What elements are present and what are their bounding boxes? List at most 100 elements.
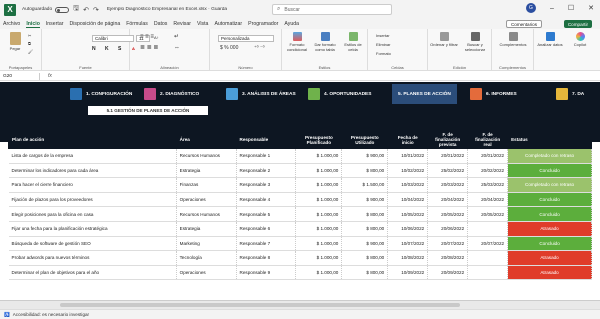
- cell-fecha-inicio[interactable]: 10/01/2022: [387, 148, 429, 164]
- sort-filter-button[interactable]: Ordenar y filtrar: [430, 32, 458, 47]
- nav-configuracion[interactable]: 1. CONFIGURACIÓN: [70, 84, 132, 104]
- cell-fecha-inicio[interactable]: 10/07/2022: [387, 236, 429, 252]
- tab-formulas[interactable]: Fórmulas: [126, 21, 148, 27]
- share-button[interactable]: Compartir: [563, 20, 592, 28]
- accessibility-status[interactable]: Accesibilidad: es necesario investigar: [13, 312, 89, 317]
- decimals-icon[interactable]: ⁺⁰ ⁻⁰: [254, 46, 265, 51]
- status-badge[interactable]: Atrasado: [507, 250, 592, 266]
- nav-planes-accion[interactable]: 5. PLANES DE ACCIÓN: [392, 84, 457, 104]
- cell-fecha-prevista[interactable]: 20/08/2022: [427, 250, 469, 266]
- tab-datos[interactable]: Datos: [154, 21, 168, 27]
- cell-area[interactable]: Operaciones: [176, 192, 237, 208]
- cell-plan[interactable]: Lista de cargos de la empresa: [8, 148, 177, 164]
- accessibility-icon[interactable]: ♿: [4, 312, 10, 318]
- cell-area[interactable]: Marketing: [176, 236, 237, 252]
- cell-presupuesto-utilizado[interactable]: $ 1.500,00: [341, 177, 389, 193]
- nav-informes[interactable]: 6. INFORMES: [470, 84, 517, 104]
- cell-fecha-prevista[interactable]: 20/07/2022: [427, 236, 469, 252]
- font-name-select[interactable]: Calibri: [92, 35, 134, 42]
- cell-presupuesto-planificado[interactable]: $ 1.000,00: [295, 192, 343, 208]
- cell-fecha-prevista[interactable]: 20/09/2022: [427, 265, 469, 281]
- status-badge[interactable]: Atrasado: [507, 265, 592, 281]
- tab-archivo[interactable]: Archivo: [3, 21, 20, 27]
- cell-responsable[interactable]: Responsable 9: [236, 265, 297, 281]
- copy-icon[interactable]: ⧉: [28, 41, 31, 46]
- cell-fecha-real[interactable]: [467, 250, 509, 266]
- fx-icon[interactable]: fx: [48, 73, 52, 79]
- cell-fecha-prevista[interactable]: 20/03/2022: [427, 177, 469, 193]
- tab-disposicion[interactable]: Disposición de página: [69, 21, 120, 27]
- cell-responsable[interactable]: Responsable 2: [236, 163, 297, 179]
- cell-presupuesto-utilizado[interactable]: $ 800,00: [341, 206, 389, 222]
- col-estatus[interactable]: Estatus: [507, 130, 592, 149]
- delete-cells-button[interactable]: Eliminar: [376, 42, 390, 47]
- cell-fecha-real[interactable]: 20/07/2022: [467, 236, 509, 252]
- cell-fecha-inicio[interactable]: 10/02/2022: [387, 163, 429, 179]
- number-format-select[interactable]: Personalizada: [218, 35, 274, 42]
- status-badge[interactable]: Concluido: [507, 236, 592, 252]
- cell-plan[interactable]: Probar adwords para nuevos términos: [8, 250, 177, 266]
- paste-button[interactable]: Pegar: [6, 32, 24, 51]
- cell-fecha-inicio[interactable]: 10/04/2022: [387, 192, 429, 208]
- cell-presupuesto-planificado[interactable]: $ 1.000,00: [295, 265, 343, 281]
- cell-fecha-prevista[interactable]: 20/04/2022: [427, 192, 469, 208]
- cell-responsable[interactable]: Responsable 7: [236, 236, 297, 252]
- cell-presupuesto-planificado[interactable]: $ 1.000,00: [295, 236, 343, 252]
- cell-fecha-inicio[interactable]: 10/03/2022: [387, 177, 429, 193]
- cell-fecha-real[interactable]: 20/04/2022: [467, 192, 509, 208]
- cell-responsable[interactable]: Responsable 5: [236, 206, 297, 222]
- nav-analisis[interactable]: 3. ANÁLISIS DE ÁREAS: [226, 84, 296, 104]
- format-cells-button[interactable]: Formato: [376, 51, 391, 56]
- analyze-data-button[interactable]: Analizar datos: [536, 32, 564, 47]
- cell-fecha-real[interactable]: [467, 221, 509, 237]
- cell-fecha-real[interactable]: 20/01/2022: [467, 148, 509, 164]
- bold-italic-underline[interactable]: N K S: [92, 46, 125, 52]
- cell-fecha-prevista[interactable]: 20/06/2022: [427, 221, 469, 237]
- format-as-table-button[interactable]: Dar formato como tabla: [312, 32, 338, 52]
- cut-icon[interactable]: ✂: [28, 33, 31, 38]
- cell-presupuesto-planificado[interactable]: $ 1.000,00: [295, 163, 343, 179]
- cell-presupuesto-planificado[interactable]: $ 1.000,00: [295, 177, 343, 193]
- name-box[interactable]: G20: [0, 72, 40, 80]
- align-left-icon[interactable]: ≣ ≣ ≣: [140, 45, 158, 51]
- col-area[interactable]: Área: [175, 130, 237, 149]
- redo-icon[interactable]: ↷: [93, 6, 99, 14]
- addins-button[interactable]: Complementos: [494, 32, 532, 47]
- cell-plan[interactable]: Elegir posiciones para la oficina en cas…: [8, 206, 177, 222]
- cell-responsable[interactable]: Responsable 3: [236, 177, 297, 193]
- autosave-toggle[interactable]: [55, 6, 70, 13]
- cell-plan[interactable]: Búsqueda de software de gestión SEO: [8, 236, 177, 252]
- col-fecha-real[interactable]: F. de finalización real: [467, 130, 509, 149]
- cell-fecha-inicio[interactable]: 10/08/2022: [387, 250, 429, 266]
- cell-plan[interactable]: Determinar los indicadores para cada áre…: [8, 163, 177, 179]
- insert-cells-button[interactable]: Insertar: [376, 33, 390, 38]
- col-plan[interactable]: Plan de acción: [8, 130, 177, 149]
- col-fecha-inicio[interactable]: Fecha de inicio: [387, 130, 429, 149]
- cell-fecha-prevista[interactable]: 20/05/2022: [427, 206, 469, 222]
- cell-fecha-inicio[interactable]: 10/05/2022: [387, 206, 429, 222]
- align-top-icon[interactable]: ≡ ≡ ≡: [140, 34, 154, 40]
- cell-fecha-inicio[interactable]: 10/06/2022: [387, 221, 429, 237]
- save-icon[interactable]: 🖫: [73, 4, 79, 15]
- find-select-button[interactable]: Buscar y seleccionar: [460, 32, 490, 52]
- nav-da[interactable]: 7. DA: [556, 84, 584, 104]
- cell-plan[interactable]: Determinar el plan de objetivos para el …: [8, 265, 177, 281]
- cell-plan[interactable]: Para hacer el cierre financiero: [8, 177, 177, 193]
- status-badge[interactable]: Concluido: [507, 192, 592, 208]
- cell-area[interactable]: Operaciones: [176, 265, 237, 281]
- close-icon[interactable]: ✕: [588, 4, 594, 12]
- cell-presupuesto-planificado[interactable]: $ 1.000,00: [295, 206, 343, 222]
- minimize-icon[interactable]: –: [550, 5, 554, 12]
- nav-oportunidades[interactable]: 4. OPORTUNIDADES: [308, 84, 371, 104]
- cell-presupuesto-utilizado[interactable]: $ 800,00: [341, 250, 389, 266]
- col-presupuesto-utilizado[interactable]: Presupuesto Utilizado: [341, 130, 389, 149]
- cell-presupuesto-utilizado[interactable]: $ 800,00: [341, 163, 389, 179]
- tab-automatizar[interactable]: Automatizar: [214, 21, 242, 27]
- cell-responsable[interactable]: Responsable 6: [236, 221, 297, 237]
- status-badge[interactable]: Concluido: [507, 163, 592, 179]
- cell-presupuesto-planificado[interactable]: $ 1.000,00: [295, 250, 343, 266]
- nav-diagnostico[interactable]: 2. DIAGNÓSTICO: [144, 84, 199, 104]
- cell-presupuesto-utilizado[interactable]: $ 800,00: [341, 221, 389, 237]
- tab-vista[interactable]: Vista: [197, 21, 208, 27]
- cell-fecha-prevista[interactable]: 20/01/2022: [427, 148, 469, 164]
